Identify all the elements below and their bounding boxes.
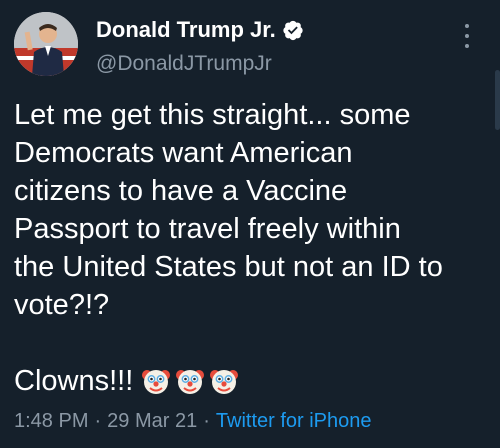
- author-name[interactable]: Donald Trump Jr.: [96, 17, 276, 43]
- verified-badge-icon: [282, 19, 304, 41]
- meta-separator: ·: [203, 410, 210, 432]
- tweet-text: Let me get this straight... some Democra…: [14, 99, 443, 321]
- clown-face-icon: [209, 366, 239, 396]
- avatar[interactable]: [14, 12, 78, 76]
- clown-face-icon: [175, 366, 205, 396]
- emoji-group: [141, 366, 239, 396]
- clown-face-icon: [141, 366, 171, 396]
- tweet-date[interactable]: 29 Mar 21: [107, 410, 197, 433]
- tweet-meta: 1:48 PM · 29 Mar 21 · Twitter for iPhone: [14, 410, 372, 433]
- scrollbar[interactable]: [495, 70, 500, 130]
- tweet-closing-text: Clowns!!!: [14, 364, 134, 397]
- tweet-source-link[interactable]: Twitter for iPhone: [216, 410, 372, 433]
- more-options-icon[interactable]: [464, 24, 470, 48]
- author-handle[interactable]: @DonaldJTrumpJr: [96, 52, 304, 76]
- tweet-time[interactable]: 1:48 PM: [14, 410, 88, 433]
- tweet-closing-line: Clowns!!!: [14, 362, 239, 400]
- meta-separator: ·: [94, 410, 102, 432]
- author-block: Donald Trump Jr. @DonaldJTrumpJr: [96, 16, 304, 76]
- tweet-card: Donald Trump Jr. @DonaldJTrumpJr Let me …: [0, 0, 500, 448]
